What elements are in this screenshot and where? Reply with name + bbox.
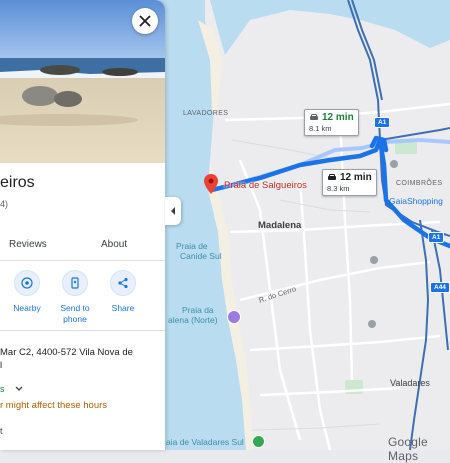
chevron-down-icon	[15, 386, 23, 391]
address-line-1: Mar C2, 4400-572 Vila Nova de	[0, 347, 133, 358]
send-to-phone-icon	[71, 277, 79, 289]
label-valadares: Valadares	[390, 378, 430, 388]
label-gaia-shopping[interactable]: GaiaShopping	[389, 196, 443, 206]
place-details-panel: eiros 4) Reviews About Nearby Send to ph…	[0, 0, 165, 450]
transit-dot-icon	[368, 320, 376, 328]
share-label: Share	[111, 303, 135, 313]
actions-divider	[0, 330, 165, 331]
nearby-icon	[21, 277, 33, 289]
address-line-2: l	[0, 360, 3, 371]
close-icon	[139, 15, 151, 27]
send-to-phone-label: Send to phone	[60, 303, 90, 324]
highway-shield-a1: A1	[374, 117, 391, 128]
label-praia-madalena-2: alena (Norte)	[168, 315, 218, 325]
collapse-panel-button[interactable]	[165, 197, 181, 225]
rating-count: 4)	[0, 199, 9, 209]
tabs-divider	[0, 260, 165, 261]
label-praia-canide-1: Praia de	[176, 241, 208, 251]
place-title: eiros	[0, 174, 35, 191]
label-praia-madalena-1: Praia da	[182, 305, 214, 315]
route-alt-time: 12 min	[322, 112, 354, 123]
label-praia-valadares: aia de Valadares Sul	[166, 437, 244, 447]
car-icon	[310, 113, 318, 120]
map-attribution: Google Maps	[388, 435, 428, 463]
close-button[interactable]	[132, 8, 158, 34]
route-primary-box[interactable]: 12 min 8.3 km	[322, 169, 377, 196]
poi-marker-icon[interactable]	[227, 310, 241, 324]
highway-shield-a1b: A1	[428, 232, 445, 243]
route-primary-time: 12 min	[340, 172, 372, 183]
route-alt-box[interactable]: 12 min 8.1 km	[304, 109, 359, 136]
label-coimbroes: COIMBRÕES	[396, 180, 443, 187]
pin-place-label[interactable]: Praia de Salgueiros	[224, 180, 307, 191]
hours-text: s	[0, 384, 5, 394]
chevron-left-icon	[171, 207, 175, 215]
label-praia-canide-2: Canide Sul	[180, 251, 222, 261]
park-area	[395, 142, 417, 154]
share-button[interactable]: Share	[103, 270, 143, 314]
address-text[interactable]: Mar C2, 4400-572 Vila Nova de l	[0, 346, 160, 372]
transit-dot-icon	[390, 160, 398, 168]
nearby-label: Nearby	[13, 303, 41, 313]
hours-note: r might affect these hours	[0, 400, 108, 411]
location-pin-icon[interactable]	[204, 174, 218, 194]
nearby-button[interactable]: Nearby	[7, 270, 47, 314]
details-fragment: t	[0, 426, 3, 436]
hours-toggle[interactable]: s	[0, 384, 23, 394]
send-to-phone-button[interactable]: Send to phone	[55, 270, 95, 325]
highway-shield-a44: A44	[430, 282, 450, 293]
tab-about[interactable]: About	[101, 239, 127, 250]
share-icon	[118, 277, 128, 289]
park-marker-icon[interactable]	[252, 435, 265, 448]
label-madalena: Madalena	[258, 220, 302, 231]
route-primary-distance: 8.3 km	[327, 184, 350, 193]
tab-reviews[interactable]: Reviews	[9, 239, 47, 250]
route-alt-distance: 8.1 km	[309, 124, 332, 133]
transit-dot-icon	[370, 256, 378, 264]
car-icon	[328, 173, 336, 180]
label-lavadores: LAVADORES	[183, 110, 229, 117]
